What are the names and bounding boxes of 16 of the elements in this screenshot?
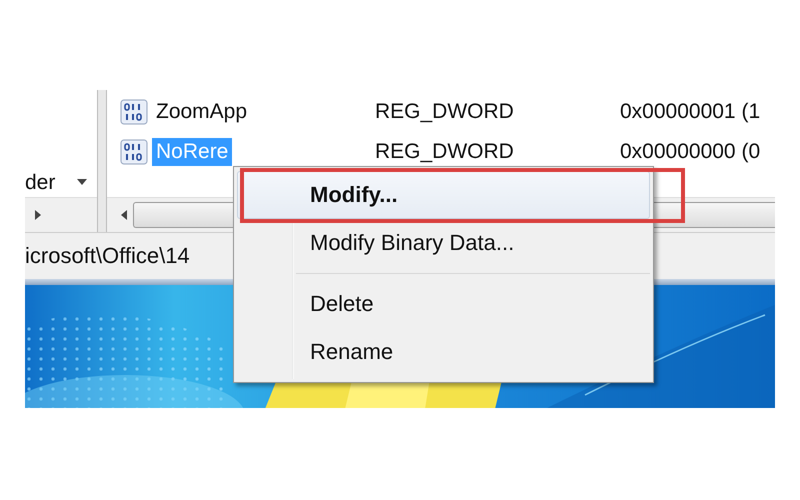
scroll-left-icon[interactable] — [121, 210, 127, 220]
status-path: icrosoft\Office\14 — [25, 243, 190, 269]
binary-icon — [120, 139, 148, 165]
menu-item[interactable]: Modify... — [237, 171, 650, 219]
caret-icon[interactable] — [77, 179, 87, 185]
value-name[interactable]: ZoomApp — [152, 98, 252, 126]
tree-item[interactable]: der — [25, 172, 56, 192]
menu-item[interactable]: Rename — [237, 328, 650, 376]
value-type: REG_DWORD — [375, 100, 515, 124]
value-type: REG_DWORD — [375, 140, 515, 164]
menu-item[interactable]: Delete — [237, 280, 650, 328]
scroll-right-icon[interactable] — [35, 210, 41, 220]
value-data: 0x00000001 (1 — [620, 100, 762, 124]
value-data: 0x00000000 (0 — [620, 140, 762, 164]
binary-icon — [120, 99, 148, 125]
menu-item[interactable]: Modify Binary Data... — [237, 219, 650, 267]
